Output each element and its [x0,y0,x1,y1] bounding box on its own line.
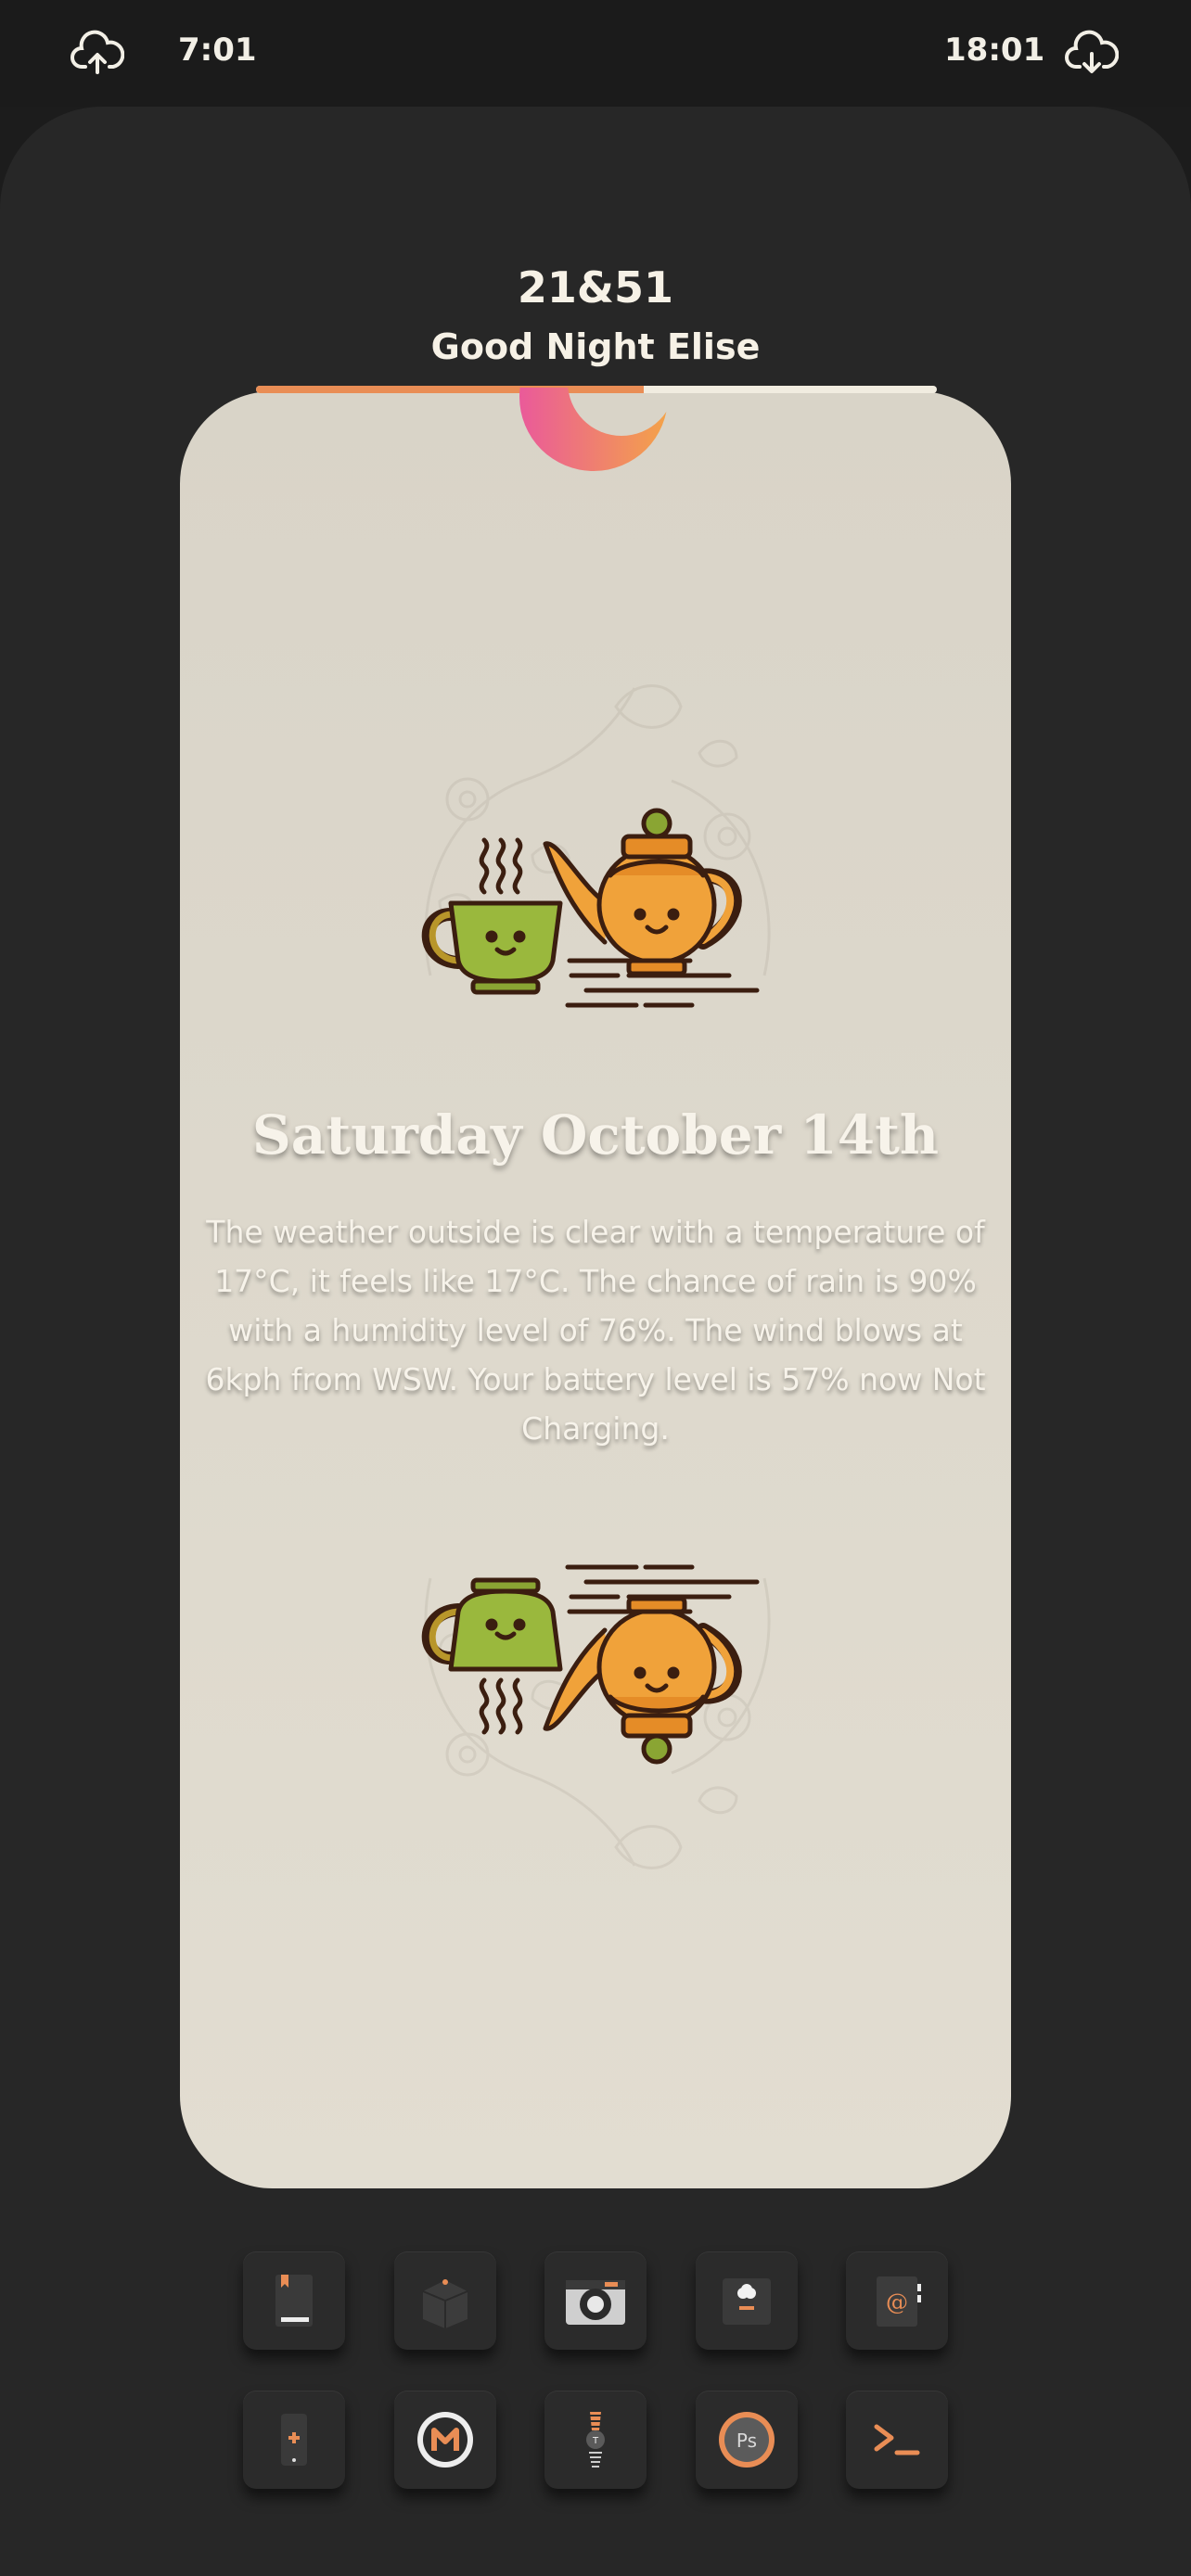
app-dock-row-1: @ [243,2251,948,2350]
flashlight-icon[interactable]: T [544,2391,647,2489]
svg-text:Ps: Ps [736,2429,756,2452]
svg-text:T: T [592,2436,599,2446]
contacts-icon[interactable]: @ [846,2251,948,2350]
counter: 21&51 [517,262,674,312]
book-icon[interactable] [243,2251,345,2350]
photoshop-icon[interactable]: Ps [695,2391,798,2489]
sunrise-time: 7:01 [178,32,257,69]
date-heading: Saturday October 14th [251,1103,940,1167]
mega-icon[interactable] [393,2391,496,2489]
teapot-pouring-tea-icon [421,808,760,1008]
status-bar: 7:01 18:01 [0,0,1191,107]
crescent-moon-icon [519,388,668,471]
upside-down-teapot-icon [421,1564,760,1765]
terminal-icon[interactable] [846,2391,948,2489]
cloud-download-icon [1065,30,1119,73]
svg-text:@: @ [886,2289,908,2315]
cloud-upload-icon [70,30,124,74]
box-icon[interactable] [393,2251,496,2350]
app-dock-row-2: T Ps [243,2391,948,2489]
greeting: Good Night Elise [430,326,761,367]
sunset-time: 18:01 [944,32,1045,69]
camera-icon[interactable] [544,2251,647,2350]
phone-icon[interactable] [243,2391,345,2489]
weather-description: The weather outside is clear with a temp… [205,1214,986,1447]
inbox-icon[interactable] [695,2251,798,2350]
